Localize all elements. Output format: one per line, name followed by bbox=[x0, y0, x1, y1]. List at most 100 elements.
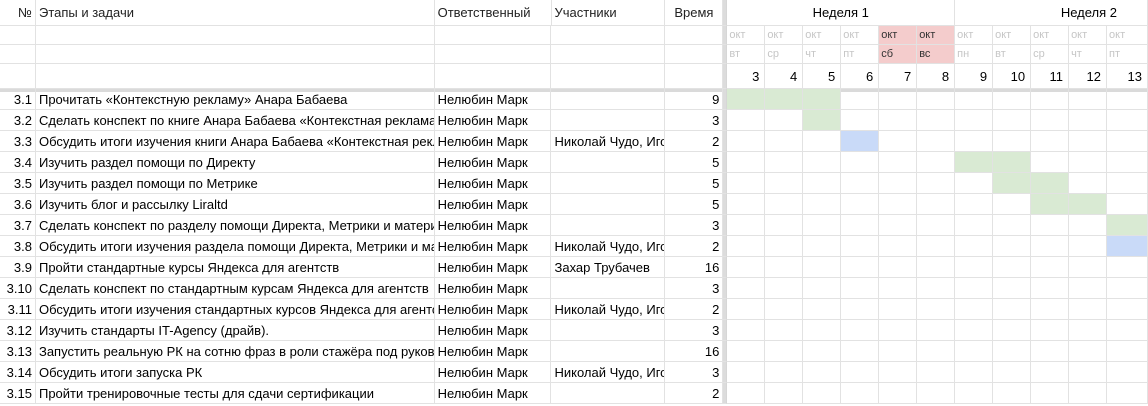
num-cell[interactable]: 3.6 bbox=[0, 194, 36, 215]
gantt-cell[interactable] bbox=[1031, 89, 1070, 110]
gantt-cell[interactable] bbox=[993, 278, 1032, 299]
gantt-cell[interactable] bbox=[879, 257, 918, 278]
gantt-cell[interactable] bbox=[917, 320, 956, 341]
time-cell[interactable]: 3 bbox=[665, 362, 724, 383]
participants-cell[interactable]: Николай Чудо, Игорь bbox=[551, 299, 666, 320]
time-cell[interactable]: 2 bbox=[665, 236, 724, 257]
gantt-cell[interactable] bbox=[765, 89, 804, 110]
time-cell[interactable]: 3 bbox=[665, 320, 724, 341]
gantt-cell[interactable] bbox=[841, 299, 880, 320]
task-cell[interactable]: Сделать конспект по разделу помощи Дирек… bbox=[35, 215, 435, 236]
gantt-cell[interactable] bbox=[917, 362, 956, 383]
gantt-cell[interactable] bbox=[879, 299, 918, 320]
gantt-cell[interactable] bbox=[803, 257, 842, 278]
gantt-cell[interactable] bbox=[993, 257, 1032, 278]
gantt-cell[interactable] bbox=[917, 173, 956, 194]
gantt-cell[interactable] bbox=[955, 215, 994, 236]
num-cell[interactable]: 3.11 bbox=[0, 299, 36, 320]
gantt-cell[interactable] bbox=[1107, 299, 1148, 320]
participants-cell[interactable] bbox=[551, 173, 666, 194]
gantt-cell[interactable] bbox=[1031, 299, 1070, 320]
gantt-cell[interactable] bbox=[1069, 299, 1108, 320]
gantt-cell[interactable] bbox=[765, 257, 804, 278]
gantt-cell[interactable] bbox=[727, 362, 766, 383]
gantt-cell[interactable] bbox=[917, 236, 956, 257]
gantt-cell[interactable] bbox=[841, 278, 880, 299]
participants-cell[interactable] bbox=[551, 383, 666, 404]
gantt-cell[interactable] bbox=[993, 173, 1032, 194]
gantt-cell[interactable] bbox=[803, 299, 842, 320]
gantt-cell[interactable] bbox=[993, 89, 1032, 110]
time-cell[interactable]: 5 bbox=[665, 152, 724, 173]
gantt-cell[interactable] bbox=[955, 194, 994, 215]
gantt-cell[interactable] bbox=[803, 362, 842, 383]
gantt-cell[interactable] bbox=[917, 131, 956, 152]
gantt-cell[interactable] bbox=[727, 257, 766, 278]
gantt-cell[interactable] bbox=[841, 152, 880, 173]
gantt-cell[interactable] bbox=[1107, 257, 1148, 278]
time-cell[interactable]: 5 bbox=[665, 173, 724, 194]
task-cell[interactable]: Изучить раздел помощи по Метрике bbox=[35, 173, 435, 194]
gantt-cell[interactable] bbox=[1031, 362, 1070, 383]
gantt-cell[interactable] bbox=[841, 257, 880, 278]
gantt-cell[interactable] bbox=[955, 341, 994, 362]
participants-cell[interactable]: Николай Чудо, Игорь bbox=[551, 236, 666, 257]
gantt-cell[interactable] bbox=[1031, 215, 1070, 236]
gantt-cell[interactable] bbox=[727, 278, 766, 299]
gantt-cell[interactable] bbox=[727, 299, 766, 320]
gantt-cell[interactable] bbox=[1107, 194, 1148, 215]
gantt-cell[interactable] bbox=[841, 173, 880, 194]
participants-cell[interactable] bbox=[551, 278, 666, 299]
gantt-cell[interactable] bbox=[955, 110, 994, 131]
gantt-cell[interactable] bbox=[1107, 320, 1148, 341]
task-cell[interactable]: Изучить раздел помощи по Директу bbox=[35, 152, 435, 173]
gantt-cell[interactable] bbox=[879, 383, 918, 404]
gantt-cell[interactable] bbox=[917, 110, 956, 131]
gantt-cell[interactable] bbox=[955, 320, 994, 341]
responsible-cell[interactable]: Нелюбин Марк bbox=[434, 89, 552, 110]
gantt-cell[interactable] bbox=[841, 236, 880, 257]
gantt-cell[interactable] bbox=[1031, 131, 1070, 152]
gantt-cell[interactable] bbox=[955, 362, 994, 383]
gantt-cell[interactable] bbox=[955, 152, 994, 173]
gantt-cell[interactable] bbox=[1069, 383, 1108, 404]
num-cell[interactable]: 3.14 bbox=[0, 362, 36, 383]
gantt-cell[interactable] bbox=[765, 110, 804, 131]
gantt-cell[interactable] bbox=[1031, 320, 1070, 341]
gantt-cell[interactable] bbox=[727, 173, 766, 194]
gantt-cell[interactable] bbox=[879, 278, 918, 299]
gantt-cell[interactable] bbox=[993, 362, 1032, 383]
time-cell[interactable]: 2 bbox=[665, 299, 724, 320]
gantt-cell[interactable] bbox=[879, 320, 918, 341]
gantt-cell[interactable] bbox=[917, 152, 956, 173]
participants-cell[interactable]: Захар Трубачев bbox=[551, 257, 666, 278]
gantt-cell[interactable] bbox=[1107, 215, 1148, 236]
gantt-cell[interactable] bbox=[803, 320, 842, 341]
gantt-cell[interactable] bbox=[765, 152, 804, 173]
num-cell[interactable]: 3.13 bbox=[0, 341, 36, 362]
num-cell[interactable]: 3.15 bbox=[0, 383, 36, 404]
gantt-cell[interactable] bbox=[841, 194, 880, 215]
gantt-cell[interactable] bbox=[803, 152, 842, 173]
participants-cell[interactable]: Николай Чудо, Игорь bbox=[551, 362, 666, 383]
time-cell[interactable]: 16 bbox=[665, 341, 724, 362]
gantt-cell[interactable] bbox=[1069, 257, 1108, 278]
gantt-cell[interactable] bbox=[917, 278, 956, 299]
time-cell[interactable]: 2 bbox=[665, 383, 724, 404]
gantt-cell[interactable] bbox=[841, 383, 880, 404]
participants-cell[interactable] bbox=[551, 341, 666, 362]
gantt-cell[interactable] bbox=[765, 194, 804, 215]
gantt-cell[interactable] bbox=[765, 320, 804, 341]
num-cell[interactable]: 3.12 bbox=[0, 320, 36, 341]
gantt-cell[interactable] bbox=[1069, 194, 1108, 215]
gantt-cell[interactable] bbox=[765, 131, 804, 152]
gantt-cell[interactable] bbox=[765, 173, 804, 194]
gantt-cell[interactable] bbox=[1107, 110, 1148, 131]
num-cell[interactable]: 3.9 bbox=[0, 257, 36, 278]
gantt-cell[interactable] bbox=[1107, 383, 1148, 404]
gantt-cell[interactable] bbox=[727, 194, 766, 215]
gantt-cell[interactable] bbox=[879, 236, 918, 257]
responsible-cell[interactable]: Нелюбин Марк bbox=[434, 362, 552, 383]
gantt-cell[interactable] bbox=[1031, 194, 1070, 215]
gantt-cell[interactable] bbox=[955, 131, 994, 152]
